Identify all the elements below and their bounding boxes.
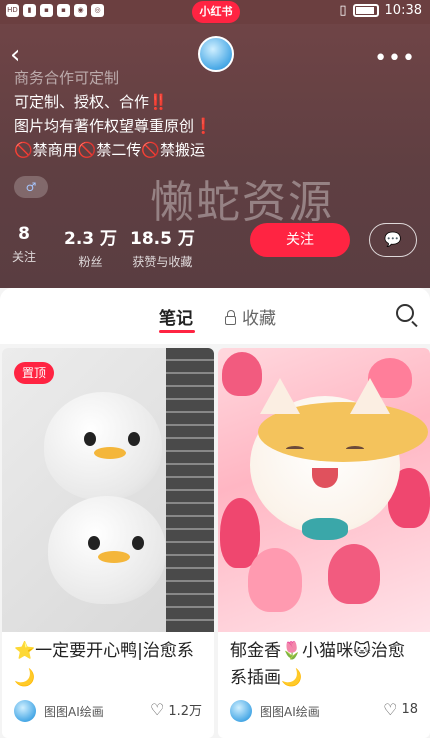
tulip xyxy=(248,548,302,612)
note-image xyxy=(218,348,430,632)
tulip xyxy=(328,544,380,604)
duck-illustration xyxy=(44,392,162,500)
heart-icon: ♡ xyxy=(383,700,398,719)
tulip xyxy=(220,498,260,568)
avatar[interactable] xyxy=(198,36,234,72)
bio-line: 可定制、授权、合作‼️ xyxy=(14,93,168,111)
note-title[interactable]: ⭐一定要开心鸭|治愈系🌙 xyxy=(14,638,204,692)
bio-line: 商务合作可定制 xyxy=(14,69,120,87)
tab-collect[interactable]: 收藏 xyxy=(225,304,276,329)
note-card[interactable]: 郁金香🌷小猫咪🐱治愈系插画🌙 图图AI绘画 ♡ 18 xyxy=(218,348,430,738)
stat-followers[interactable]: 2.3 万 粉丝 xyxy=(64,224,117,270)
wechat-icon: ◉ xyxy=(74,4,87,17)
status-icons: HD ▮ ▪ ▪ ◉ ◎ xyxy=(6,4,104,17)
like-button[interactable]: ♡ 1.2万 xyxy=(150,700,202,719)
bio-line: 图片均有著作权望尊重原创❗ xyxy=(14,117,213,135)
watermark: 懒蛇资源 xyxy=(150,177,334,228)
app-icon: ▪ xyxy=(40,4,53,17)
hd-icon: HD xyxy=(6,4,19,17)
app-icon: ◎ xyxy=(91,4,104,17)
app-badge: 小红书 xyxy=(192,1,240,23)
bow xyxy=(302,518,348,540)
note-author[interactable]: 图图AI绘画 xyxy=(14,700,104,722)
author-avatar xyxy=(230,700,252,722)
app-icon: ▪ xyxy=(57,4,70,17)
note-image: 置顶 xyxy=(2,348,214,632)
author-avatar xyxy=(14,700,36,722)
signal-icon: ▮ xyxy=(23,4,36,17)
status-bar: HD ▮ ▪ ▪ ◉ ◎ 小红书 ▯ 10:38 xyxy=(0,0,430,24)
stat-following[interactable]: 8 关注 xyxy=(12,224,36,265)
tab-underline xyxy=(159,330,195,333)
duck-illustration xyxy=(48,496,166,604)
cat-illustration xyxy=(250,378,428,534)
lock-icon xyxy=(225,310,236,325)
brick-wall xyxy=(166,348,214,632)
gender-badge: ♂ xyxy=(14,176,48,198)
chat-icon: 💬 xyxy=(384,232,402,248)
like-button[interactable]: ♡ 18 xyxy=(383,700,418,719)
follow-button[interactable]: 关注 xyxy=(250,223,350,257)
note-author[interactable]: 图图AI绘画 xyxy=(230,700,320,722)
tab-bar: 笔记 收藏 xyxy=(0,288,430,344)
heart-icon: ♡ xyxy=(149,700,165,719)
stat-likes[interactable]: 18.5 万 获赞与收藏 xyxy=(130,224,195,270)
status-right: ▯ 10:38 xyxy=(339,3,422,18)
tulip xyxy=(222,352,262,396)
clock: 10:38 xyxy=(384,3,422,18)
battery-icon xyxy=(352,4,379,17)
tab-notes[interactable]: 笔记 xyxy=(159,304,193,329)
bio-line: 🚫禁商用🚫禁二传🚫禁搬运 xyxy=(14,141,206,159)
search-icon[interactable] xyxy=(396,304,414,322)
back-icon[interactable]: ‹ xyxy=(10,42,20,68)
vibrate-icon: ▯ xyxy=(339,3,347,18)
more-icon[interactable]: ••• xyxy=(374,46,416,71)
note-title[interactable]: 郁金香🌷小猫咪🐱治愈系插画🌙 xyxy=(230,638,420,692)
pinned-badge: 置顶 xyxy=(14,362,55,384)
message-button[interactable]: 💬 xyxy=(369,223,417,257)
profile-header: ‹ ••• 商务合作可定制 可定制、授权、合作‼️ 图片均有著作权望尊重原创❗ … xyxy=(0,24,430,288)
note-card[interactable]: 置顶 ⭐一定要开心鸭|治愈系🌙 图图AI绘画 ♡ 1.2万 xyxy=(2,348,214,738)
